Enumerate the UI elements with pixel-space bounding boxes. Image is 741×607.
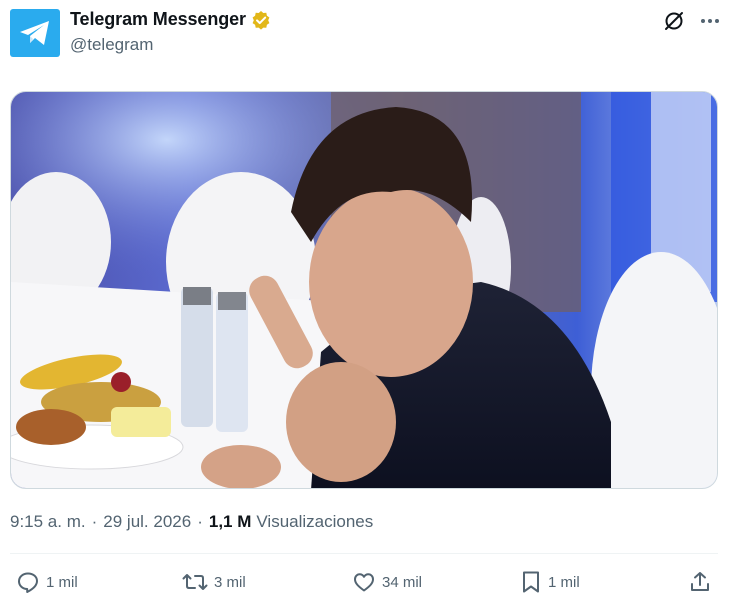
tweet-card: Telegram Messenger @telegram 9:15 a. m. … bbox=[0, 0, 741, 607]
repost-icon bbox=[182, 574, 208, 590]
bookmark-button[interactable]: 1 mil bbox=[520, 570, 580, 594]
tweet-photo[interactable] bbox=[10, 91, 718, 489]
views-label: Visualizaciones bbox=[256, 512, 374, 531]
divider bbox=[10, 553, 718, 554]
meta-separator: · bbox=[91, 512, 98, 531]
action-bar: 1 mil 3 mil 34 mil 1 mil bbox=[16, 570, 716, 600]
reply-button[interactable]: 1 mil bbox=[16, 570, 78, 594]
views-count: 1,1 M bbox=[208, 512, 252, 531]
like-button[interactable]: 34 mil bbox=[352, 570, 422, 594]
tweet-meta: 9:15 a. m. · 29 jul. 2026 · 1,1 M Visual… bbox=[10, 512, 373, 532]
bookmark-count: 1 mil bbox=[548, 573, 580, 591]
photo-illustration bbox=[11, 92, 717, 488]
reply-count: 1 mil bbox=[46, 573, 78, 591]
repost-count: 3 mil bbox=[214, 573, 246, 591]
like-count: 34 mil bbox=[382, 573, 423, 591]
grok-icon[interactable] bbox=[663, 10, 685, 32]
author-display-name[interactable]: Telegram Messenger bbox=[70, 9, 246, 30]
author-name-row: Telegram Messenger bbox=[70, 9, 271, 30]
share-button[interactable] bbox=[688, 570, 712, 594]
repost-button[interactable]: 3 mil bbox=[182, 570, 246, 594]
post-time[interactable]: 9:15 a. m. bbox=[10, 512, 86, 532]
verified-badge-icon[interactable] bbox=[251, 10, 271, 30]
reply-icon bbox=[18, 572, 38, 593]
top-actions bbox=[663, 10, 721, 32]
post-date[interactable]: 29 jul. 2026 bbox=[103, 512, 191, 532]
like-icon bbox=[354, 573, 374, 592]
telegram-logo-icon[interactable] bbox=[10, 9, 60, 57]
author-handle[interactable]: @telegram bbox=[70, 35, 153, 55]
share-icon bbox=[691, 572, 709, 591]
more-icon[interactable] bbox=[699, 10, 721, 32]
meta-separator: · bbox=[197, 512, 203, 531]
bookmark-icon bbox=[523, 571, 539, 593]
